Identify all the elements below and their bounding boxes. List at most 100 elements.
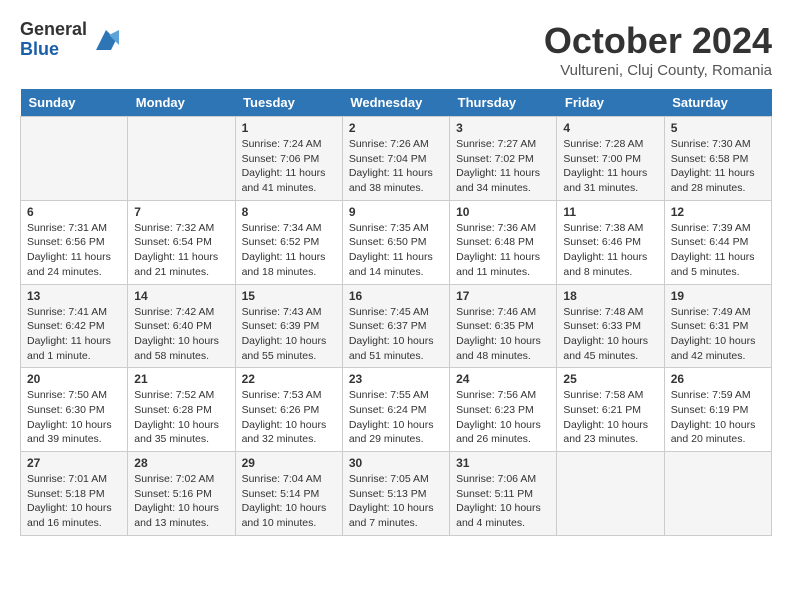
calendar-cell: 4 Sunrise: 7:28 AMSunset: 7:00 PMDaylight… <box>557 117 664 201</box>
day-number: 3 <box>456 121 550 135</box>
month-title: October 2024 <box>544 20 772 62</box>
day-info: Sunrise: 7:31 AMSunset: 6:56 PMDaylight:… <box>27 221 121 280</box>
calendar-cell: 10 Sunrise: 7:36 AMSunset: 6:48 PMDayligh… <box>450 200 557 284</box>
weekday-header: Sunday <box>21 89 128 117</box>
logo: General Blue <box>20 20 121 60</box>
weekday-header: Thursday <box>450 89 557 117</box>
calendar-body: 1 Sunrise: 7:24 AMSunset: 7:06 PMDaylight… <box>21 117 772 536</box>
calendar-cell: 8Sunrise: 7:34 AMSunset: 6:52 PMDaylight… <box>235 200 342 284</box>
day-info: Sunrise: 7:43 AMSunset: 6:39 PMDaylight:… <box>242 305 336 364</box>
day-info: Sunrise: 7:41 AMSunset: 6:42 PMDaylight:… <box>27 305 121 364</box>
calendar-cell: 6Sunrise: 7:31 AMSunset: 6:56 PMDaylight… <box>21 200 128 284</box>
day-number: 25 <box>563 372 657 386</box>
calendar-cell: 9 Sunrise: 7:35 AMSunset: 6:50 PMDaylight… <box>342 200 449 284</box>
day-number: 2 <box>349 121 443 135</box>
day-info: Sunrise: 7:55 AMSunset: 6:24 PMDaylight:… <box>349 388 443 447</box>
calendar-cell: 12 Sunrise: 7:39 AMSunset: 6:44 PMDayligh… <box>664 200 771 284</box>
day-number: 5 <box>671 121 765 135</box>
day-number: 9 <box>349 205 443 219</box>
calendar-cell: 17Sunrise: 7:46 AMSunset: 6:35 PMDayligh… <box>450 284 557 368</box>
logo-general-text: General <box>20 20 87 40</box>
weekday-header: Monday <box>128 89 235 117</box>
day-number: 7 <box>134 205 228 219</box>
weekday-header: Tuesday <box>235 89 342 117</box>
day-info: Sunrise: 7:52 AMSunset: 6:28 PMDaylight:… <box>134 388 228 447</box>
calendar-cell <box>128 117 235 201</box>
day-number: 11 <box>563 205 657 219</box>
day-number: 17 <box>456 289 550 303</box>
calendar-week-row: 6Sunrise: 7:31 AMSunset: 6:56 PMDaylight… <box>21 200 772 284</box>
day-number: 19 <box>671 289 765 303</box>
day-number: 10 <box>456 205 550 219</box>
day-number: 12 <box>671 205 765 219</box>
calendar-cell: 28Sunrise: 7:02 AMSunset: 5:16 PMDayligh… <box>128 452 235 536</box>
calendar-cell: 19 Sunrise: 7:49 AMSunset: 6:31 PMDayligh… <box>664 284 771 368</box>
day-number: 22 <box>242 372 336 386</box>
day-info: Sunrise: 7:28 AMSunset: 7:00 PMDaylight:… <box>563 137 657 196</box>
day-number: 14 <box>134 289 228 303</box>
calendar-cell: 18 Sunrise: 7:48 AMSunset: 6:33 PMDayligh… <box>557 284 664 368</box>
calendar-cell: 25 Sunrise: 7:58 AMSunset: 6:21 PMDayligh… <box>557 368 664 452</box>
day-info: Sunrise: 7:39 AMSunset: 6:44 PMDaylight:… <box>671 221 765 280</box>
day-info: Sunrise: 7:01 AMSunset: 5:18 PMDaylight:… <box>27 472 121 531</box>
day-number: 31 <box>456 456 550 470</box>
day-info: Sunrise: 7:26 AMSunset: 7:04 PMDaylight:… <box>349 137 443 196</box>
weekday-header: Friday <box>557 89 664 117</box>
day-number: 30 <box>349 456 443 470</box>
weekday-header: Saturday <box>664 89 771 117</box>
calendar-cell: 14 Sunrise: 7:42 AMSunset: 6:40 PMDayligh… <box>128 284 235 368</box>
calendar-cell: 26 Sunrise: 7:59 AMSunset: 6:19 PMDayligh… <box>664 368 771 452</box>
day-number: 29 <box>242 456 336 470</box>
calendar-cell: 29 Sunrise: 7:04 AMSunset: 5:14 PMDayligh… <box>235 452 342 536</box>
title-section: October 2024 Vultureni, Cluj County, Rom… <box>544 20 772 79</box>
day-number: 16 <box>349 289 443 303</box>
logo-icon <box>91 25 121 55</box>
day-number: 26 <box>671 372 765 386</box>
day-number: 4 <box>563 121 657 135</box>
day-info: Sunrise: 7:24 AMSunset: 7:06 PMDaylight:… <box>242 137 336 196</box>
day-number: 1 <box>242 121 336 135</box>
calendar-cell: 21 Sunrise: 7:52 AMSunset: 6:28 PMDayligh… <box>128 368 235 452</box>
day-info: Sunrise: 7:34 AMSunset: 6:52 PMDaylight:… <box>242 221 336 280</box>
calendar-cell: 7Sunrise: 7:32 AMSunset: 6:54 PMDaylight… <box>128 200 235 284</box>
calendar-cell: 5 Sunrise: 7:30 AMSunset: 6:58 PMDaylight… <box>664 117 771 201</box>
day-info: Sunrise: 7:36 AMSunset: 6:48 PMDaylight:… <box>456 221 550 280</box>
day-info: Sunrise: 7:49 AMSunset: 6:31 PMDaylight:… <box>671 305 765 364</box>
calendar-cell: 20Sunrise: 7:50 AMSunset: 6:30 PMDayligh… <box>21 368 128 452</box>
calendar-cell: 11 Sunrise: 7:38 AMSunset: 6:46 PMDayligh… <box>557 200 664 284</box>
calendar-table: SundayMondayTuesdayWednesdayThursdayFrid… <box>20 89 772 536</box>
calendar-cell: 27Sunrise: 7:01 AMSunset: 5:18 PMDayligh… <box>21 452 128 536</box>
day-number: 23 <box>349 372 443 386</box>
calendar-header: SundayMondayTuesdayWednesdayThursdayFrid… <box>21 89 772 117</box>
calendar-cell <box>21 117 128 201</box>
calendar-week-row: 27Sunrise: 7:01 AMSunset: 5:18 PMDayligh… <box>21 452 772 536</box>
calendar-week-row: 1 Sunrise: 7:24 AMSunset: 7:06 PMDaylight… <box>21 117 772 201</box>
calendar-week-row: 20Sunrise: 7:50 AMSunset: 6:30 PMDayligh… <box>21 368 772 452</box>
day-info: Sunrise: 7:04 AMSunset: 5:14 PMDaylight:… <box>242 472 336 531</box>
day-info: Sunrise: 7:58 AMSunset: 6:21 PMDaylight:… <box>563 388 657 447</box>
day-info: Sunrise: 7:35 AMSunset: 6:50 PMDaylight:… <box>349 221 443 280</box>
day-info: Sunrise: 7:59 AMSunset: 6:19 PMDaylight:… <box>671 388 765 447</box>
day-info: Sunrise: 7:50 AMSunset: 6:30 PMDaylight:… <box>27 388 121 447</box>
calendar-cell: 3 Sunrise: 7:27 AMSunset: 7:02 PMDaylight… <box>450 117 557 201</box>
calendar-cell: 16Sunrise: 7:45 AMSunset: 6:37 PMDayligh… <box>342 284 449 368</box>
day-info: Sunrise: 7:02 AMSunset: 5:16 PMDaylight:… <box>134 472 228 531</box>
day-number: 21 <box>134 372 228 386</box>
page-header: General Blue October 2024 Vultureni, Clu… <box>20 20 772 79</box>
calendar-cell: 31 Sunrise: 7:06 AMSunset: 5:11 PMDayligh… <box>450 452 557 536</box>
day-info: Sunrise: 7:30 AMSunset: 6:58 PMDaylight:… <box>671 137 765 196</box>
day-info: Sunrise: 7:56 AMSunset: 6:23 PMDaylight:… <box>456 388 550 447</box>
day-info: Sunrise: 7:48 AMSunset: 6:33 PMDaylight:… <box>563 305 657 364</box>
logo-blue-text: Blue <box>20 40 87 60</box>
day-info: Sunrise: 7:27 AMSunset: 7:02 PMDaylight:… <box>456 137 550 196</box>
day-info: Sunrise: 7:38 AMSunset: 6:46 PMDaylight:… <box>563 221 657 280</box>
day-number: 18 <box>563 289 657 303</box>
day-info: Sunrise: 7:06 AMSunset: 5:11 PMDaylight:… <box>456 472 550 531</box>
calendar-cell: 24 Sunrise: 7:56 AMSunset: 6:23 PMDayligh… <box>450 368 557 452</box>
day-info: Sunrise: 7:42 AMSunset: 6:40 PMDaylight:… <box>134 305 228 364</box>
day-number: 13 <box>27 289 121 303</box>
calendar-week-row: 13 Sunrise: 7:41 AMSunset: 6:42 PMDayligh… <box>21 284 772 368</box>
calendar-cell: 22Sunrise: 7:53 AMSunset: 6:26 PMDayligh… <box>235 368 342 452</box>
day-number: 24 <box>456 372 550 386</box>
calendar-cell: 30Sunrise: 7:05 AMSunset: 5:13 PMDayligh… <box>342 452 449 536</box>
